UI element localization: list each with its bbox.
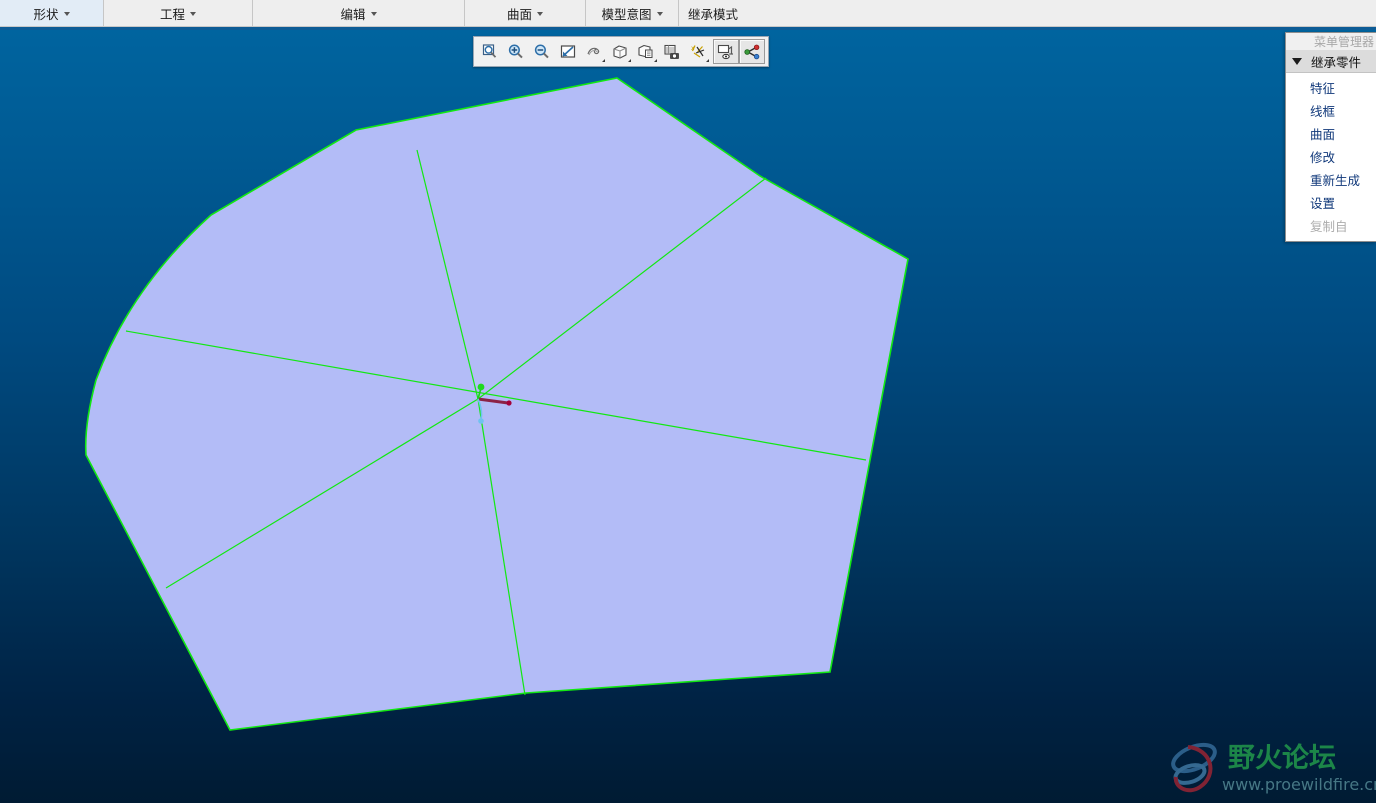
- menu-item-regenerate-label: 重新生成: [1310, 173, 1361, 188]
- menu-item-wireframe-label: 线框: [1310, 104, 1336, 119]
- menu-tab-engineering-label: 工程: [159, 6, 185, 22]
- annotation-display-button[interactable]: [713, 39, 739, 64]
- menu-bar: 形状 工程 编辑 曲面 模型意图 继承模式: [0, 0, 1376, 27]
- menu-item-modify-label: 修改: [1310, 150, 1336, 165]
- model-canvas: [84, 77, 909, 731]
- menu-item-feature-label: 特征: [1310, 81, 1336, 96]
- reorient-button[interactable]: [581, 39, 607, 64]
- view-manager-button[interactable]: [633, 39, 659, 64]
- menu-manager-list: 特征 线框 曲面 修改 重新生成 设置 复制自: [1286, 73, 1376, 241]
- menu-manager-panel: 菜单管理器 继承零件 特征 线框 曲面 修改 重新生成 设置 复制自: [1285, 32, 1376, 242]
- chevron-down-icon: [537, 12, 543, 16]
- menu-tab-edit[interactable]: 编辑: [253, 0, 465, 26]
- annotation-display-icon: [717, 44, 733, 59]
- application-window: 形状 工程 编辑 曲面 模型意图 继承模式 x 菜单管理器 继承零件 特征 线框…: [0, 0, 1376, 803]
- menu-item-surface-label: 曲面: [1310, 127, 1336, 142]
- chevron-down-icon: [656, 12, 663, 16]
- csys-y-point: [477, 383, 485, 391]
- menu-item-feature[interactable]: 特征: [1286, 76, 1376, 99]
- layer-tree-icon: [744, 44, 760, 59]
- menu-tab-shape-label: 形状: [33, 6, 59, 22]
- dropdown-arrow-icon: [654, 59, 657, 62]
- model-surface: [84, 77, 909, 731]
- menu-bar-filler: [747, 0, 1376, 26]
- menu-tab-edit-label: 编辑: [340, 6, 366, 22]
- graphics-viewport[interactable]: [0, 30, 1376, 803]
- datum-display-icon: x: [691, 45, 705, 57]
- menu-item-regenerate[interactable]: 重新生成: [1286, 168, 1376, 191]
- zoom-in-button[interactable]: [503, 39, 529, 64]
- chevron-down-icon: [190, 12, 196, 16]
- refit-icon: [560, 44, 576, 58]
- menu-item-modify[interactable]: 修改: [1286, 145, 1376, 168]
- zoom-out-icon: [534, 43, 549, 58]
- zoom-in-icon: [508, 43, 523, 58]
- saved-views-button[interactable]: [607, 39, 633, 64]
- menu-manager-header-label: 继承零件: [1311, 55, 1362, 70]
- reorient-icon: [587, 47, 600, 55]
- menu-tab-shape[interactable]: 形状: [0, 0, 104, 26]
- menu-item-settings-label: 设置: [1310, 196, 1336, 211]
- chevron-down-icon: [370, 12, 377, 16]
- csys-x-point: [506, 400, 512, 406]
- menu-tab-model-intent-label: 模型意图: [601, 6, 652, 22]
- menu-item-copy-from: 复制自: [1286, 214, 1376, 237]
- menu-item-settings[interactable]: 设置: [1286, 191, 1376, 214]
- chevron-down-icon: [63, 12, 70, 16]
- view-toolbar: x: [473, 36, 769, 67]
- triangle-down-icon: [1292, 58, 1302, 65]
- dropdown-arrow-icon: [628, 59, 631, 62]
- menu-tab-engineering[interactable]: 工程: [104, 0, 253, 26]
- menu-manager-title: 菜单管理器: [1286, 33, 1376, 51]
- menu-tab-surface[interactable]: 曲面: [465, 0, 586, 26]
- menu-manager-header[interactable]: 继承零件: [1286, 51, 1376, 73]
- menu-tab-inherit-mode[interactable]: 继承模式: [679, 0, 747, 26]
- menu-bar-underline: [0, 27, 1376, 30]
- view-manager-icon: [638, 44, 653, 58]
- datum-display-button[interactable]: x: [685, 39, 711, 64]
- zoom-area-button[interactable]: [477, 39, 503, 64]
- image-capture-button[interactable]: [659, 39, 685, 64]
- csys-z-point: [478, 418, 484, 424]
- menu-item-wireframe[interactable]: 线框: [1286, 99, 1376, 122]
- dropdown-arrow-icon: [602, 59, 605, 62]
- menu-item-copy-from-label: 复制自: [1310, 219, 1348, 234]
- refit-button[interactable]: [555, 39, 581, 64]
- zoom-area-icon: [482, 43, 497, 58]
- menu-tab-inherit-mode-label: 继承模式: [687, 6, 738, 22]
- saved-views-icon: [613, 44, 627, 59]
- dropdown-arrow-icon: [706, 59, 709, 62]
- menu-tab-model-intent[interactable]: 模型意图: [586, 0, 679, 26]
- image-capture-icon: [664, 44, 679, 59]
- layer-tree-button[interactable]: [739, 39, 765, 64]
- zoom-out-button[interactable]: [529, 39, 555, 64]
- menu-item-surface[interactable]: 曲面: [1286, 122, 1376, 145]
- menu-tab-surface-label: 曲面: [506, 6, 532, 22]
